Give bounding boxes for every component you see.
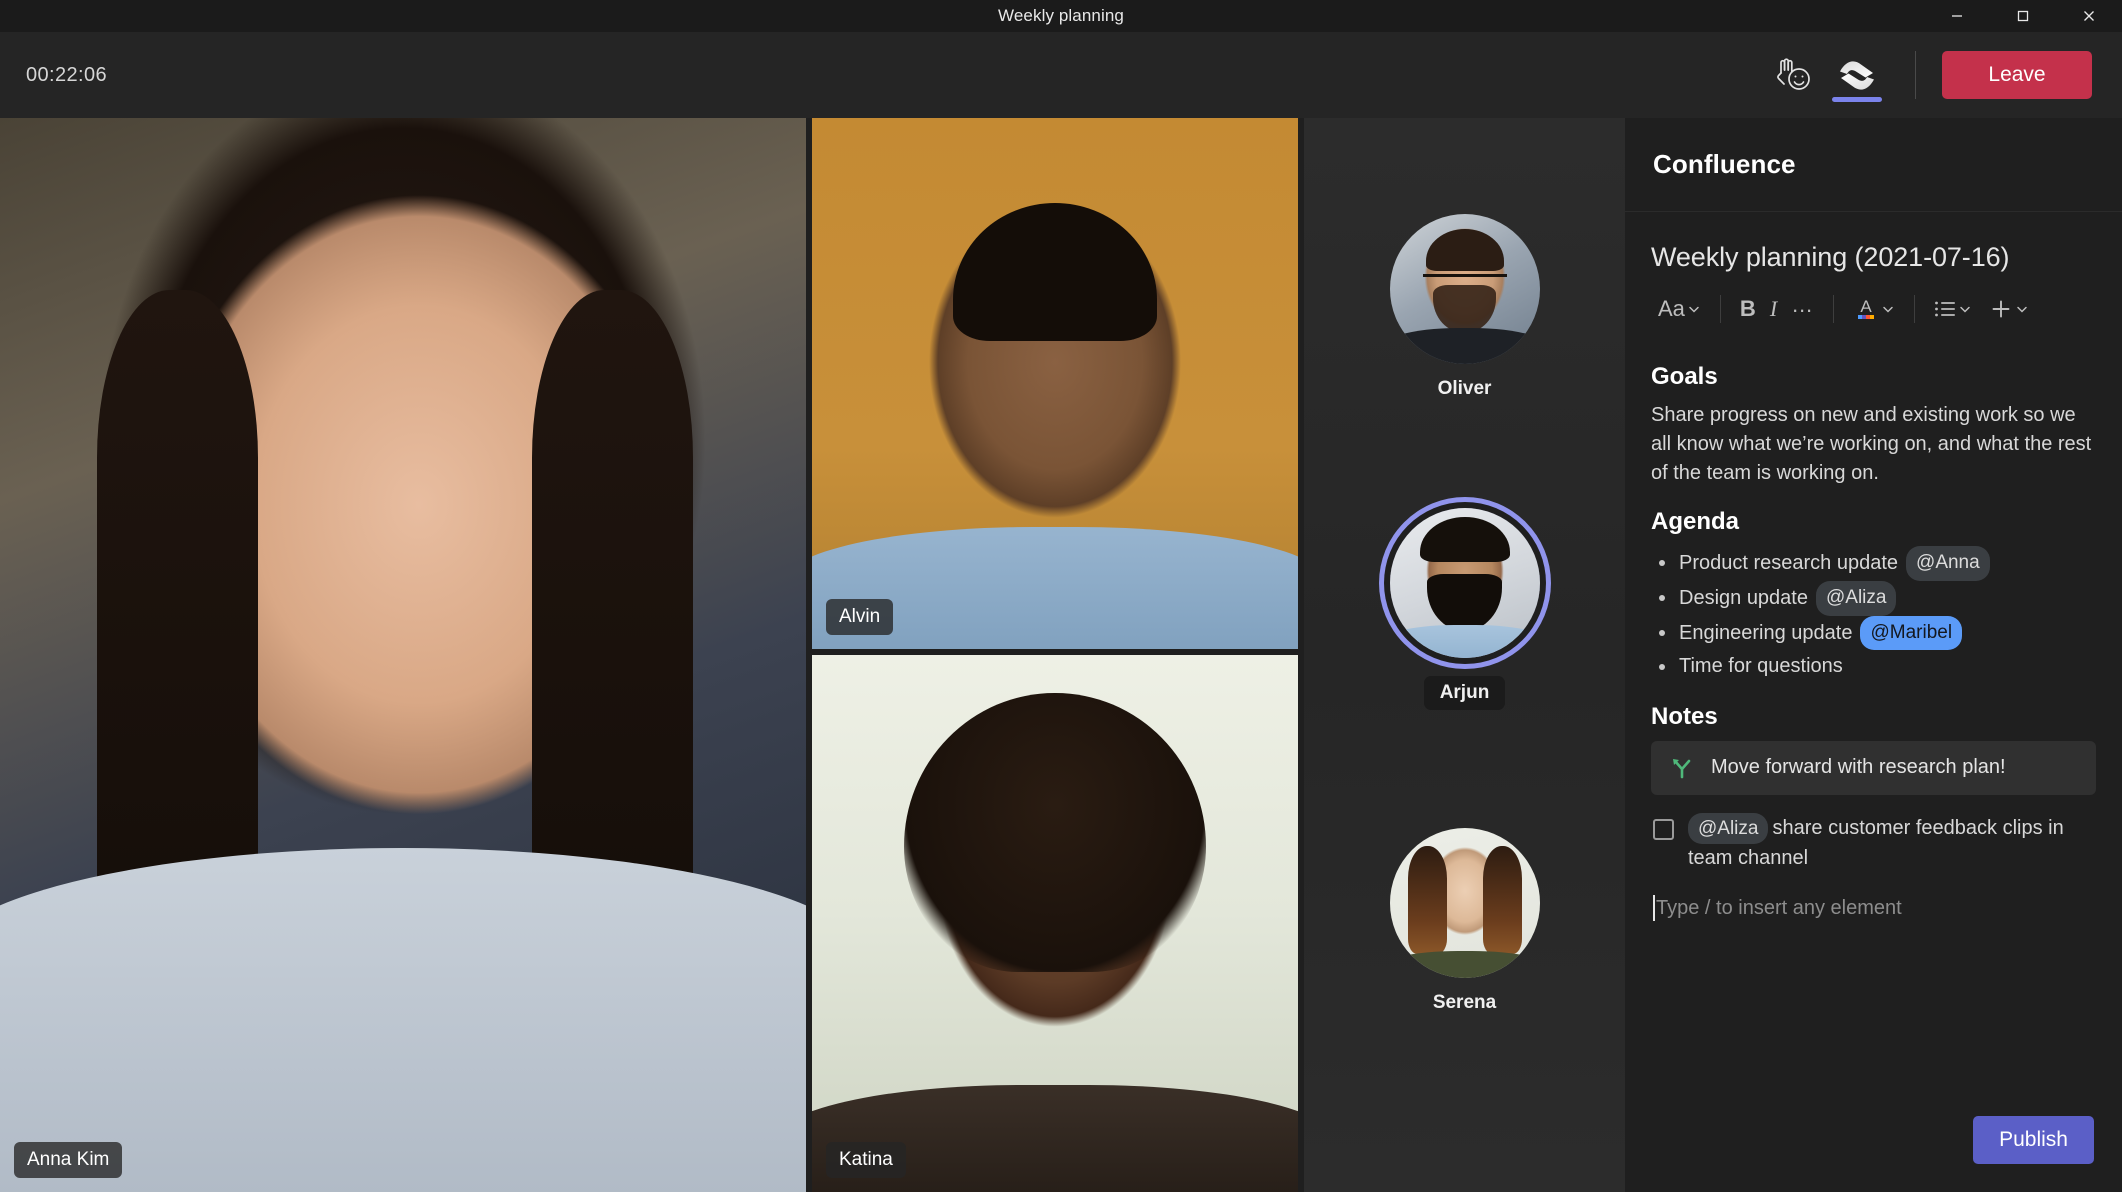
roster-name: Oliver (1437, 378, 1492, 399)
video-feed-katina (812, 655, 1298, 1192)
roster-item-oliver[interactable]: Oliver (1304, 214, 1625, 400)
mention-chip[interactable]: @Aliza (1688, 812, 1769, 845)
svg-text:A: A (1860, 297, 1872, 316)
panel-header: Confluence (1625, 118, 2122, 212)
video-feed-anna (0, 118, 806, 1192)
participant-name-badge: Anna Kim (14, 1142, 123, 1178)
avatar-wrapper-speaking (1389, 508, 1540, 658)
toolbar-separator (1914, 295, 1916, 323)
panel-app-name: Confluence (1653, 149, 1796, 179)
roster-name: Serena (1432, 992, 1497, 1013)
avatar-wrapper (1389, 828, 1540, 978)
document-body[interactable]: Goals Share progress on new and existing… (1625, 335, 2122, 922)
decorative-shape (904, 692, 1206, 972)
insert-element-dropdown[interactable] (1979, 289, 2036, 329)
window-controls (1924, 0, 2122, 32)
text-style-dropdown[interactable]: Aa (1651, 289, 1708, 329)
publish-button[interactable]: Publish (1973, 1116, 2094, 1164)
leave-button[interactable]: Leave (1942, 51, 2092, 99)
roster-item-arjun[interactable]: Arjun (1304, 508, 1625, 710)
video-feed-alvin (812, 118, 1298, 649)
mention-chip[interactable]: @Anna (1906, 546, 1990, 581)
video-tile-katina[interactable]: Katina (812, 655, 1298, 1192)
bold-button[interactable]: B (1733, 289, 1763, 329)
decision-branch-icon (1673, 758, 1691, 778)
avatar (1389, 828, 1540, 978)
raise-hand-reactions-icon (1777, 58, 1810, 90)
task-text-wrapper: @Aliza share customer feedback clips in t… (1688, 812, 2096, 874)
raise-hand-reactions-button[interactable] (1761, 32, 1825, 118)
editor-toolbar: Aa B I … A (1625, 273, 2122, 335)
confluence-side-panel: Confluence Weekly planning (2021-07-16) … (1625, 118, 2122, 1192)
avatar (1389, 214, 1540, 364)
maximize-icon (2017, 10, 2029, 22)
section-heading-goals: Goals (1651, 363, 1718, 390)
text-cursor (1653, 895, 1655, 922)
list-item: Time for questions (1651, 650, 2096, 682)
toolbar-divider (1915, 51, 1916, 99)
editor-new-line[interactable]: Type / to insert any element (1651, 895, 2096, 922)
decision-text: Move forward with research plan! (1711, 756, 2006, 779)
list-item: Engineering update @Maribel (1651, 615, 2096, 651)
avatar-wrapper (1389, 214, 1540, 364)
participant-roster: Oliver Arjun Serena (1304, 118, 1625, 1192)
text-style-label: Aa (1658, 296, 1685, 321)
decorative-shape (952, 202, 1158, 341)
goals-paragraph: Share progress on new and existing work … (1651, 404, 2092, 484)
meeting-toolbar-actions: Leave (1761, 32, 2122, 118)
decision-callout[interactable]: Move forward with research plan! (1651, 740, 2096, 795)
roster-item-serena[interactable]: Serena (1304, 828, 1625, 1014)
close-button[interactable] (2056, 0, 2122, 32)
decorative-shape (0, 848, 806, 1192)
lists-dropdown[interactable] (1927, 289, 1979, 329)
close-icon (2084, 11, 2094, 21)
minimize-icon (1952, 15, 1962, 17)
mention-chip[interactable]: @Aliza (1815, 580, 1897, 616)
bulleted-list-icon (1935, 301, 1956, 317)
video-tile-alvin[interactable]: Alvin (812, 118, 1298, 649)
agenda-item-text: Engineering update (1679, 621, 1853, 644)
plus-icon (1992, 300, 2010, 318)
agenda-list: Product research update @Anna Design upd… (1651, 546, 2096, 683)
agenda-item-text: Product research update (1679, 552, 1899, 575)
agenda-item-text: Design update (1679, 586, 1808, 609)
confluence-app-button[interactable] (1825, 32, 1889, 118)
toolbar-separator (1719, 295, 1721, 323)
chevron-down-icon (1883, 306, 1893, 313)
document-title[interactable]: Weekly planning (2021-07-16) (1625, 212, 2122, 273)
task-item: @Aliza share customer feedback clips in t… (1651, 812, 2096, 874)
list-item: Design update @Aliza (1651, 580, 2096, 616)
text-color-icon: A (1858, 297, 1875, 319)
chevron-down-icon (1960, 306, 1970, 313)
agenda-item-text: Time for questions (1679, 655, 1843, 678)
video-tile-anna[interactable]: Anna Kim (0, 118, 806, 1192)
toolbar-separator (1833, 295, 1835, 323)
meeting-toolbar: 00:22:06 Leave (0, 32, 2122, 118)
section-heading-agenda: Agenda (1651, 508, 1740, 535)
avatar (1389, 508, 1540, 658)
section-heading-notes: Notes (1651, 702, 1718, 730)
maximize-button[interactable] (1990, 0, 2056, 32)
minimize-button[interactable] (1924, 0, 1990, 32)
editor-placeholder: Type / to insert any element (1656, 896, 1902, 919)
text-color-dropdown[interactable]: A (1846, 289, 1902, 329)
window-title-bar: Weekly planning (0, 0, 2122, 32)
chevron-down-icon (1689, 306, 1699, 313)
window-title: Weekly planning (998, 6, 1124, 25)
participant-name-badge: Katina (826, 1142, 906, 1178)
task-checkbox[interactable] (1653, 818, 1674, 840)
mention-chip-highlighted[interactable]: @Maribel (1860, 615, 1963, 651)
participant-name-badge: Alvin (826, 599, 894, 635)
italic-button[interactable]: I (1763, 289, 1784, 329)
chevron-down-icon (2017, 306, 2027, 313)
meeting-timer: 00:22:06 (26, 63, 108, 86)
roster-name: Arjun (1423, 676, 1506, 710)
confluence-app-icon (1840, 61, 1874, 90)
more-formatting-button[interactable]: … (1784, 289, 1821, 329)
list-item: Product research update @Anna (1651, 546, 2096, 581)
